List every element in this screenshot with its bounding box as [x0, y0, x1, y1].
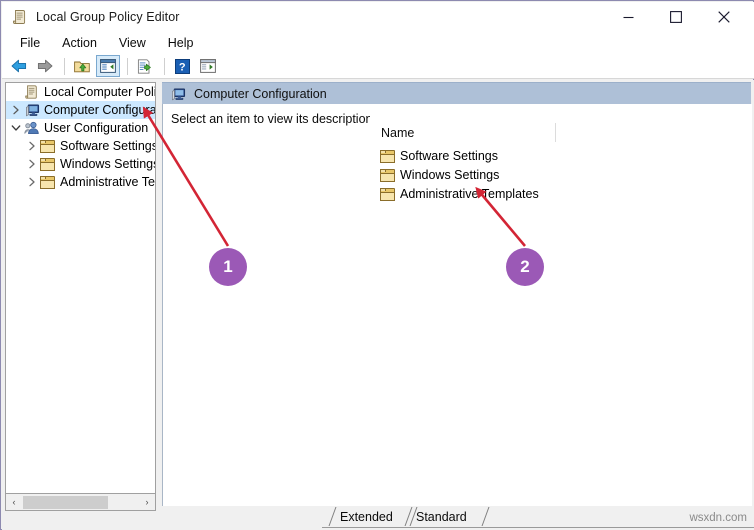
folder-icon — [40, 174, 56, 190]
pane-body: Select an item to view its description. … — [162, 104, 752, 506]
tree-item-label: Local Computer Policy — [44, 85, 155, 99]
tree-item-label: Computer Configuration — [44, 103, 156, 117]
window-title: Local Group Policy Editor — [36, 9, 180, 24]
tree-horizontal-scrollbar[interactable]: ‹ › — [5, 494, 156, 511]
show-hide-console-tree-icon[interactable] — [96, 55, 120, 77]
tree-item-label: Windows Settings — [60, 157, 156, 171]
folder-icon — [380, 148, 396, 164]
tab-label: Extended — [340, 509, 393, 524]
app-window: Local Group Policy Editor File Action Vi… — [0, 0, 754, 530]
tree-item-software-settings[interactable]: Software Settings — [6, 137, 155, 155]
scrollbar-thumb[interactable] — [23, 495, 108, 509]
tab-edge-right — [481, 507, 490, 526]
tree-item-administrative-templates[interactable]: Administrative Templates — [6, 173, 155, 191]
tab-standard[interactable]: Standard — [404, 506, 490, 527]
scrollbar-track[interactable] — [22, 495, 139, 510]
list-view-panel[interactable]: Name Software Settings Windows Settings … — [370, 104, 752, 506]
help-icon[interactable]: ? — [170, 55, 194, 77]
list-rows: Software Settings Windows Settings Admin… — [370, 146, 752, 203]
tab-label: Standard — [416, 509, 467, 524]
chevron-right-icon[interactable] — [24, 138, 40, 154]
tree-item-label: User Configuration — [44, 121, 149, 135]
menu-item-action[interactable]: Action — [51, 34, 108, 52]
tree-item-windows-settings[interactable]: Windows Settings — [6, 155, 155, 173]
chevron-right-icon[interactable] — [24, 156, 40, 172]
svg-text:?: ? — [178, 61, 185, 73]
forward-icon[interactable] — [33, 55, 57, 77]
list-item[interactable]: Software Settings — [370, 146, 752, 165]
computer-icon — [24, 102, 40, 118]
toolbar-separator — [64, 57, 65, 75]
close-button[interactable] — [701, 3, 746, 31]
toolbar-separator-2 — [127, 57, 128, 75]
folder-icon — [40, 156, 56, 172]
maximize-button[interactable] — [653, 3, 698, 31]
menu-item-help[interactable]: Help — [157, 34, 205, 52]
watermark: wsxdn.com — [689, 512, 747, 524]
console-tree-pane[interactable]: Local Computer Policy Computer Configura… — [5, 82, 156, 494]
column-header-name[interactable]: Name — [370, 126, 414, 140]
details-pane: Computer Configuration Select an item to… — [162, 82, 754, 528]
menu-item-file[interactable]: File — [9, 34, 51, 52]
expander-none — [8, 84, 24, 100]
chevron-down-icon[interactable] — [8, 120, 24, 136]
list-item[interactable]: Administrative Templates — [370, 184, 752, 203]
pane-header-title: Computer Configuration — [194, 86, 327, 101]
list-item-label: Administrative Templates — [400, 186, 539, 201]
policy-document-icon — [12, 9, 28, 25]
tree-item-label: Software Settings — [60, 139, 156, 153]
description-text: Select an item to view its description. — [171, 112, 376, 126]
show-hide-action-pane-icon[interactable] — [196, 55, 220, 77]
chevron-right-icon[interactable] — [24, 174, 40, 190]
tree-item-user-configuration[interactable]: User Configuration — [6, 119, 155, 137]
pane-header: Computer Configuration — [162, 82, 751, 104]
tab-strip-underline — [322, 527, 754, 528]
export-list-icon[interactable] — [133, 55, 157, 77]
title-bar: Local Group Policy Editor — [2, 2, 754, 31]
menu-item-view[interactable]: View — [108, 34, 157, 52]
list-column-header[interactable]: Name — [370, 122, 752, 143]
list-item[interactable]: Windows Settings — [370, 165, 752, 184]
scroll-left-arrow-icon[interactable]: ‹ — [6, 495, 22, 510]
toolbar-separator-3 — [164, 57, 165, 75]
column-divider[interactable] — [555, 123, 556, 142]
up-folder-icon[interactable] — [70, 55, 94, 77]
minimize-button[interactable] — [606, 3, 651, 31]
folder-icon — [40, 138, 56, 154]
chevron-right-icon[interactable] — [8, 102, 24, 118]
tree-item-computer-configuration[interactable]: Computer Configuration — [6, 101, 155, 119]
folder-icon — [380, 167, 396, 183]
content-area: Local Computer Policy Computer Configura… — [2, 80, 754, 530]
list-item-label: Software Settings — [400, 148, 498, 163]
tree-item-label: Administrative Templates — [60, 175, 155, 189]
back-icon[interactable] — [7, 55, 31, 77]
policy-document-icon — [24, 84, 40, 100]
menu-bar: File Action View Help — [2, 31, 754, 54]
user-icon — [24, 120, 40, 136]
toolbar: ? — [2, 54, 754, 79]
list-item-label: Windows Settings — [400, 167, 500, 182]
folder-icon — [380, 186, 396, 202]
tab-extended[interactable]: Extended — [328, 506, 418, 527]
tree-item-local-computer-policy[interactable]: Local Computer Policy — [6, 83, 155, 101]
scroll-right-arrow-icon[interactable]: › — [139, 495, 155, 510]
computer-icon — [170, 86, 186, 102]
